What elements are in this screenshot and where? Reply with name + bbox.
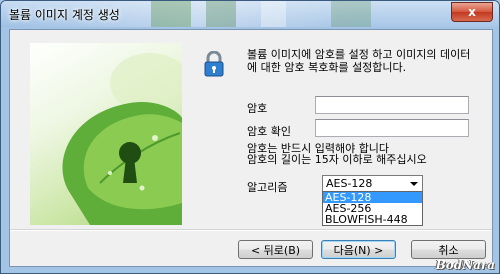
password-confirm-field[interactable] — [315, 119, 469, 137]
back-button[interactable]: < 뒤로(B) — [238, 240, 313, 259]
close-button[interactable]: x — [451, 2, 493, 22]
password-confirm-label: 암호 확인 — [247, 125, 291, 138]
cancel-button[interactable]: 취소 — [411, 240, 486, 259]
chevron-down-icon[interactable] — [410, 182, 418, 186]
lock-icon — [203, 50, 225, 80]
algorithm-dropdown-list: AES-128 AES-256 BLOWFISH-448 — [322, 191, 423, 226]
algorithm-selected-value: AES-128 — [326, 177, 373, 190]
banner-image — [30, 43, 182, 225]
algorithm-option-blowfish-448[interactable]: BLOWFISH-448 — [323, 214, 422, 225]
password-note: 암호는 반드시 입력해야 합니다 암호의 길이는 15자 이하로 해주십시오 — [247, 142, 427, 166]
algorithm-label: 알고리즘 — [247, 181, 288, 194]
header-description: 볼륨 이미지에 암호를 설정 하고 이미지의 데이터에 대한 암호 복호화를 설… — [247, 48, 471, 74]
watermark-logo: BodNara — [435, 258, 495, 272]
next-button[interactable]: 다음(N) > — [321, 240, 396, 259]
dialog-client: 볼륨 이미지에 암호를 설정 하고 이미지의 데이터에 대한 암호 복호화를 설… — [9, 29, 493, 267]
window-title: 볼륨 이미지 계정 생성 — [9, 8, 120, 22]
password-field[interactable] — [315, 96, 469, 114]
algorithm-select[interactable]: AES-128 — [322, 175, 423, 192]
close-icon: x — [468, 5, 476, 19]
password-label: 암호 — [247, 102, 268, 115]
footer-separator — [10, 229, 492, 231]
wizard-window: 볼륨 이미지 계정 생성 x 볼륨 이미지에 암호를 설정 하고 이미지의 데이… — [0, 0, 500, 274]
title-bar[interactable]: 볼륨 이미지 계정 생성 x — [1, 1, 499, 27]
